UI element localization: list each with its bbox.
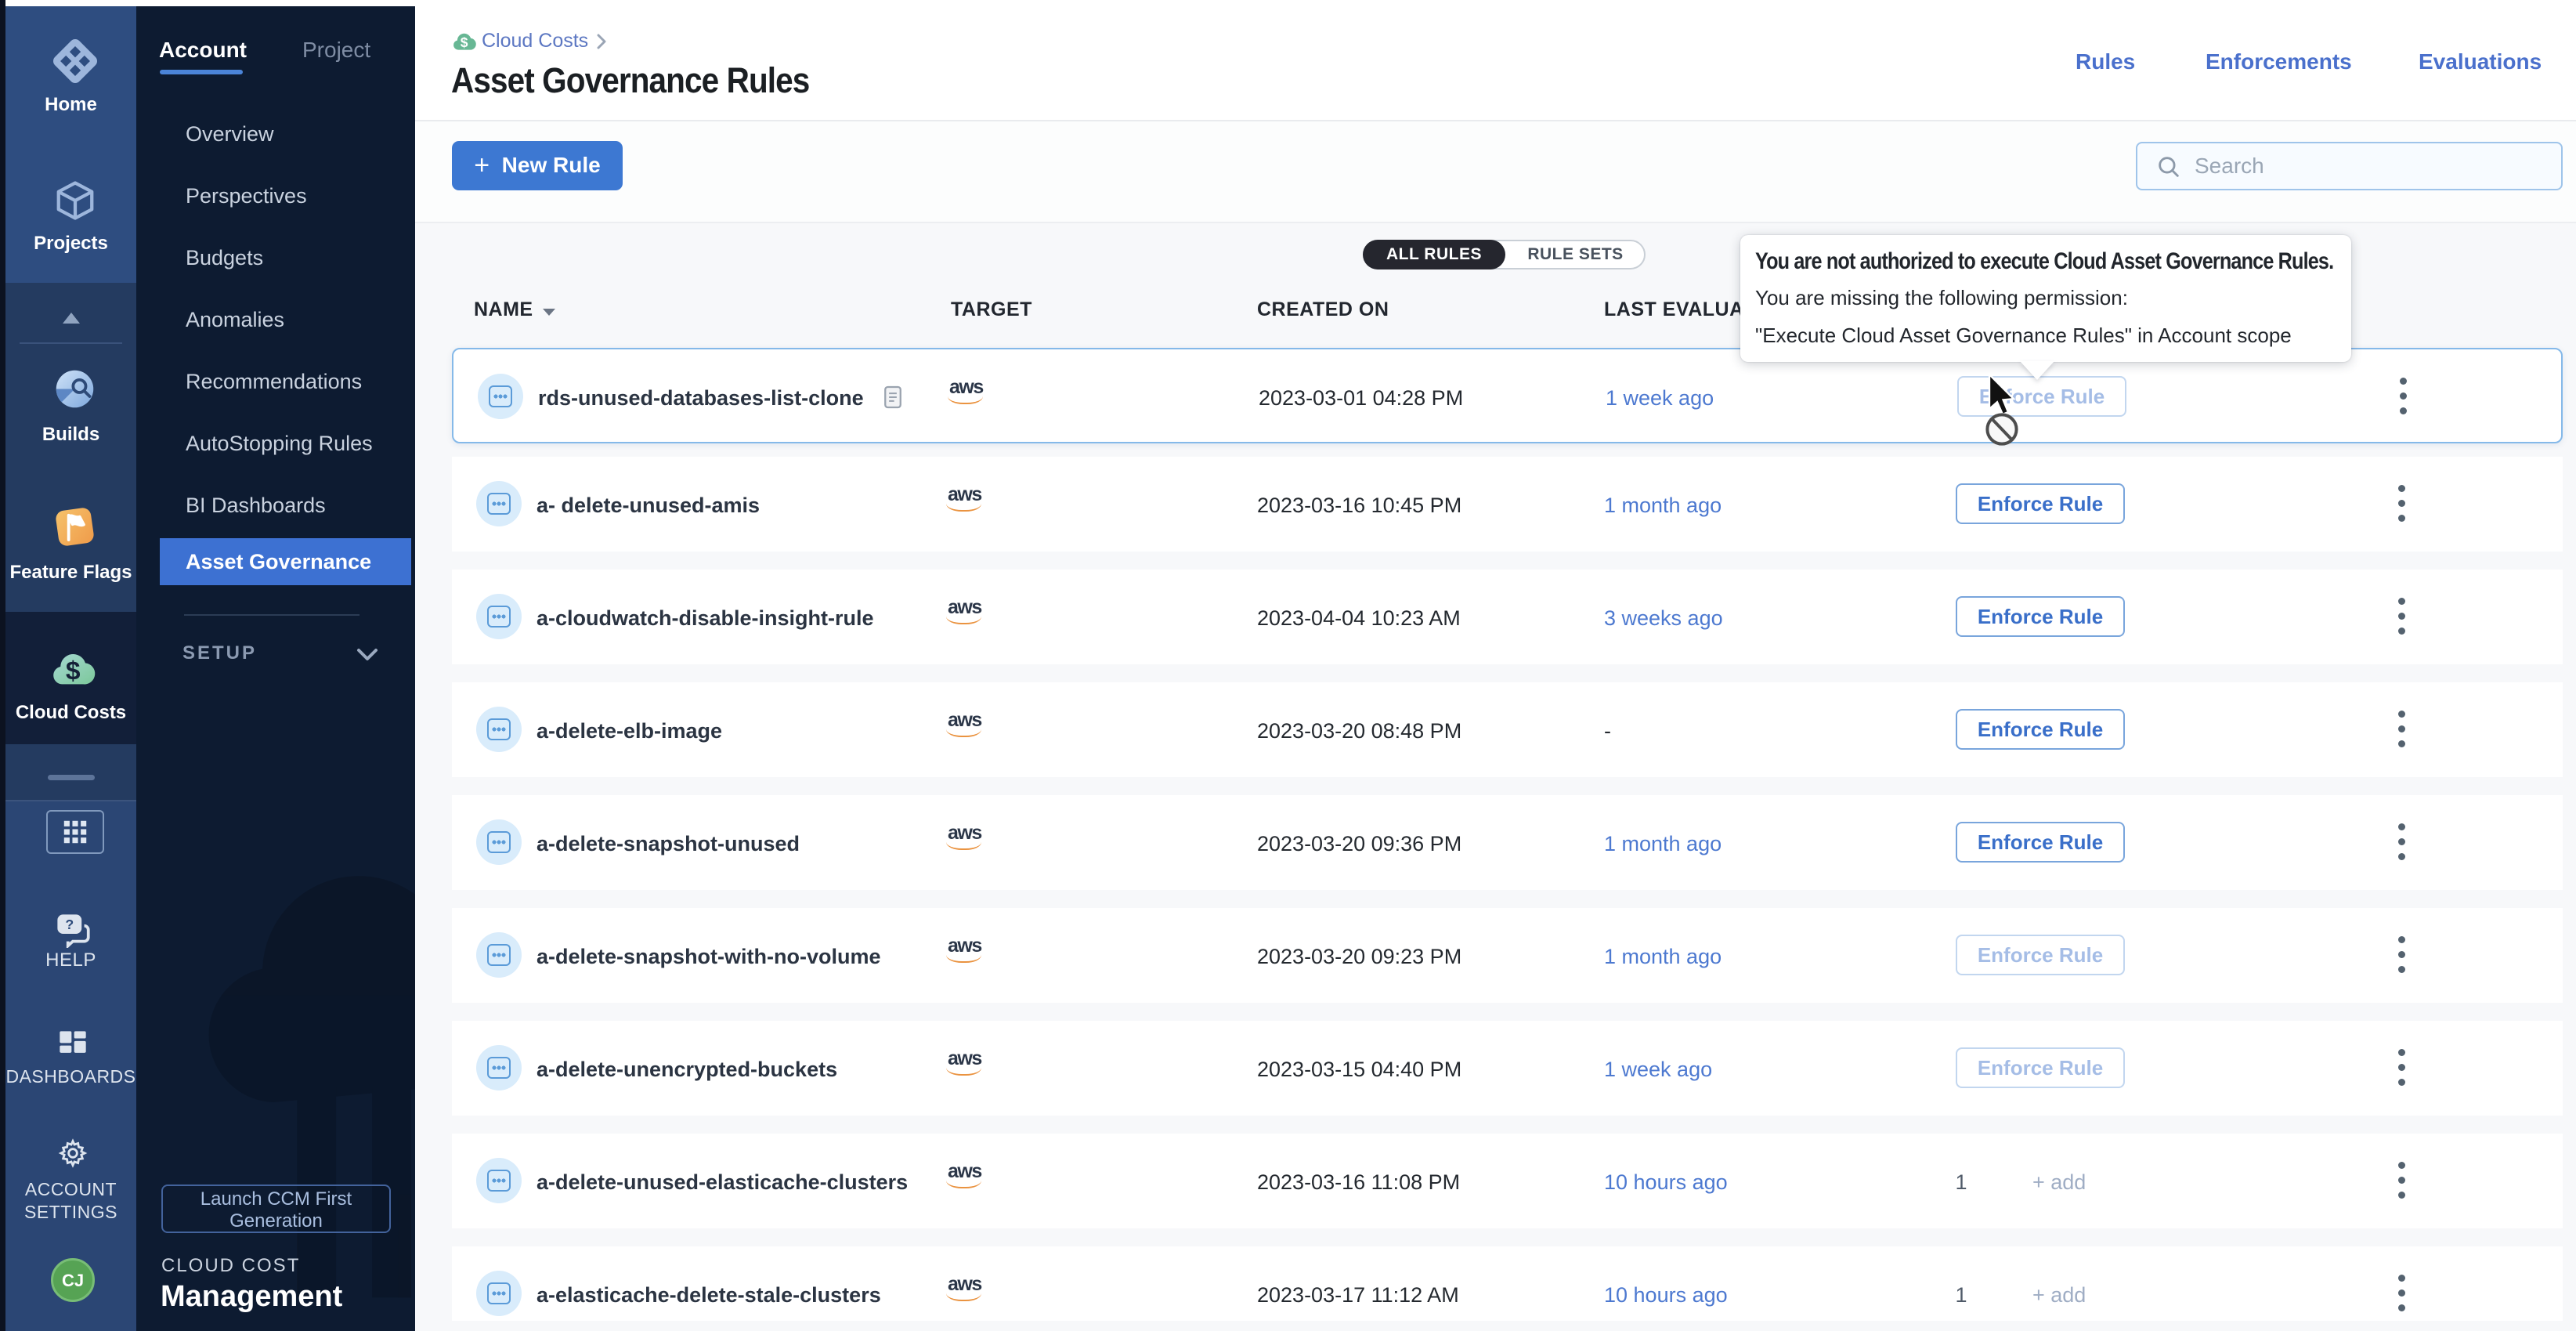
svg-text:$: $ (66, 657, 81, 686)
svg-text:$: $ (461, 34, 468, 50)
svg-text:?: ? (65, 917, 74, 932)
